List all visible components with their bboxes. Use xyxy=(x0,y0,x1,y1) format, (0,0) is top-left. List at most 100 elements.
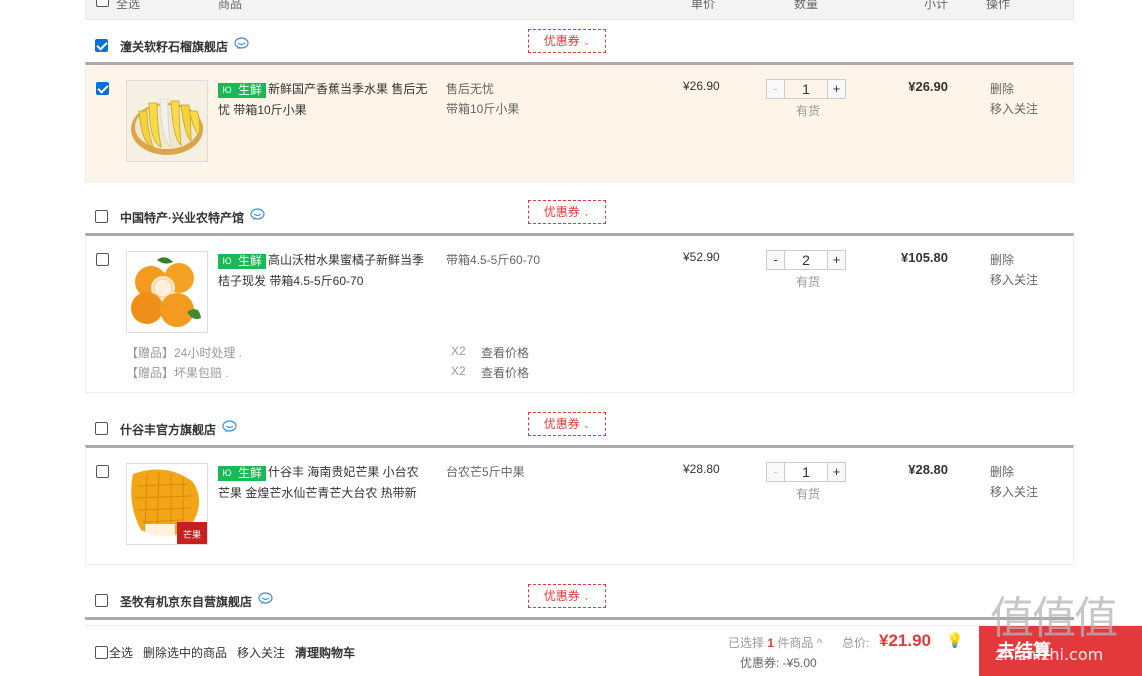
increase-button[interactable]: + xyxy=(827,251,845,269)
chevron-down-icon: ⌄ xyxy=(582,420,591,430)
move-to-follow-link[interactable]: 移入关注 xyxy=(990,482,1038,502)
increase-button[interactable]: + xyxy=(827,463,845,481)
quantity-stepper: - 1 + xyxy=(766,79,846,99)
product-props: 售后无忧 带箱10斤小果 xyxy=(446,79,566,119)
item-checkbox[interactable] xyxy=(96,465,109,478)
item-operations: 删除 移入关注 xyxy=(990,250,1038,290)
product-image-mango[interactable]: 芒果 xyxy=(126,463,208,545)
item-subtotal: ¥26.90 xyxy=(908,79,948,94)
fresh-tag-icon: Ю xyxy=(219,84,235,97)
shop-header: 潼关软籽石榴旗舰店 优惠券 ⌄ xyxy=(85,20,1074,62)
selected-count-text[interactable]: 已选择 1 件商品 ^ xyxy=(728,634,822,651)
shop-checkbox[interactable] xyxy=(95,210,108,223)
prop-line: 带箱4.5-5斤60-70 xyxy=(446,253,541,267)
mango-image: 芒果 xyxy=(127,464,207,544)
quantity-stepper: - 1 + xyxy=(766,462,846,482)
header-select-all-label: 全选 xyxy=(116,0,141,11)
shop-name[interactable]: 什谷丰官方旗舰店 xyxy=(120,421,216,438)
shop-checkbox[interactable] xyxy=(95,594,108,607)
chat-icon[interactable] xyxy=(222,420,237,433)
chevron-down-icon: ⌄ xyxy=(582,37,591,47)
shop-name[interactable]: 潼关软籽石榴旗舰店 xyxy=(120,38,228,55)
fresh-tag-icon: Ю xyxy=(219,255,235,268)
shop-name[interactable]: 圣牧有机京东自营旗舰店 xyxy=(120,593,252,610)
delete-link[interactable]: 删除 xyxy=(990,79,1038,99)
product-image-orange[interactable] xyxy=(126,251,208,333)
prop-line: 带箱10斤小果 xyxy=(446,102,520,116)
banana-image xyxy=(127,81,207,161)
item-checkbox[interactable] xyxy=(96,253,109,266)
quantity-input[interactable]: 1 xyxy=(785,463,827,481)
move-to-follow-link[interactable]: 移入关注 xyxy=(237,644,285,661)
gift-item: 【赠品】坏果包赔 . xyxy=(126,366,229,380)
product-props: 台农芒5斤中果 xyxy=(446,462,566,482)
bottom-select-all-label[interactable]: 全选 xyxy=(109,644,133,661)
gift-view-price-link[interactable]: 查看价格 xyxy=(481,344,529,361)
coupon-button[interactable]: 优惠券 ⌄ xyxy=(528,584,606,608)
chat-icon[interactable] xyxy=(234,37,249,50)
coupon-button[interactable]: 优惠券 ⌄ xyxy=(528,412,606,436)
delete-link[interactable]: 删除 xyxy=(990,250,1038,270)
decrease-button[interactable]: - xyxy=(767,463,785,481)
header-unit-price-label: 单价 xyxy=(691,0,716,11)
product-props: 带箱4.5-5斤60-70 xyxy=(446,250,566,270)
decrease-button[interactable]: - xyxy=(767,80,785,98)
selected-prefix: 已选择 xyxy=(728,636,765,650)
move-to-follow-link[interactable]: 移入关注 xyxy=(990,99,1038,119)
product-title[interactable]: Ю 生鲜 高山沃柑水果蜜橘子新鲜当季桔子现发 带箱4.5-5斤60-70 xyxy=(218,250,428,292)
increase-button[interactable]: + xyxy=(827,80,845,98)
fresh-tag: Ю 生鲜 xyxy=(218,254,267,269)
item-checkbox[interactable] xyxy=(96,82,109,95)
watermark-url: zhizhizhi.com xyxy=(995,645,1104,664)
total-price: ¥21.90 xyxy=(879,631,931,650)
product-title[interactable]: Ю 生鲜 什谷丰 海南贵妃芒果 小台农芒果 金煌芒水仙芒青芒大台农 热带新 xyxy=(218,462,428,504)
cart-item-row: Ю 生鲜 高山沃柑水果蜜橘子新鲜当季桔子现发 带箱4.5-5斤60-70 带箱4.5… xyxy=(85,233,1074,393)
quantity-input[interactable]: 1 xyxy=(785,80,827,98)
move-to-follow-link[interactable]: 移入关注 xyxy=(990,270,1038,290)
fresh-tag: Ю 生鲜 xyxy=(218,466,267,481)
coupon-button[interactable]: 优惠券 ⌄ xyxy=(528,200,606,224)
bottom-select-all-checkbox[interactable] xyxy=(95,646,108,659)
fresh-tag: Ю 生鲜 xyxy=(218,83,267,98)
delete-selected-link[interactable]: 删除选中的商品 xyxy=(143,644,227,661)
prop-line: 台农芒5斤中果 xyxy=(446,465,525,479)
header-operations-label: 操作 xyxy=(986,0,1011,11)
coupon-label: 优惠券 xyxy=(543,589,580,603)
header-select-all-checkbox[interactable] xyxy=(96,0,109,7)
watermark-logo: 值值值 xyxy=(990,593,1118,644)
product-image-banana[interactable] xyxy=(126,80,208,162)
fresh-tag-label: 生鲜 xyxy=(235,84,266,97)
chat-icon[interactable] xyxy=(258,592,273,605)
unit-price: ¥28.80 xyxy=(683,462,720,476)
shop-divider xyxy=(85,617,1074,620)
prop-line: 售后无忧 xyxy=(446,82,495,96)
cart-item-row: 芒果 Ю 生鲜 什谷丰 海南贵妃芒果 小台农芒果 金煌芒水仙芒青芒大台农 热带新 台… xyxy=(85,445,1074,565)
gift-view-price-link[interactable]: 查看价格 xyxy=(481,364,529,381)
shop-checkbox[interactable] xyxy=(95,39,108,52)
shop-name[interactable]: 中国特产·兴业农特产馆 xyxy=(120,209,244,226)
quantity-stepper: - 2 + xyxy=(766,250,846,270)
fresh-tag-icon: Ю xyxy=(219,467,235,480)
selected-count: 1 xyxy=(767,636,775,650)
decrease-button[interactable]: - xyxy=(767,251,785,269)
header-product-label: 商品 xyxy=(218,0,243,11)
site-watermark: 值值值 zhizhizhi.com xyxy=(990,595,1140,675)
delete-link[interactable]: 删除 xyxy=(990,462,1038,482)
product-title[interactable]: Ю 生鲜 新鲜国产香蕉当季水果 售后无忧 带箱10斤小果 xyxy=(218,79,428,121)
chat-icon[interactable] xyxy=(250,208,265,221)
lightbulb-icon[interactable]: 💡 xyxy=(946,632,963,649)
coupon-discount: 优惠券: -¥5.00 xyxy=(740,656,817,670)
clear-cart-link[interactable]: 清理购物车 xyxy=(295,644,355,661)
unit-price: ¥26.90 xyxy=(683,79,720,93)
shop-checkbox[interactable] xyxy=(95,422,108,435)
quantity-input[interactable]: 2 xyxy=(785,251,827,269)
item-subtotal: ¥105.80 xyxy=(901,250,948,265)
shop-header: 中国特产·兴业农特产馆 优惠券 ⌄ xyxy=(85,191,1074,233)
stock-status: 有货 xyxy=(796,487,821,501)
chevron-down-icon: ⌄ xyxy=(582,592,591,602)
coupon-button[interactable]: 优惠券 ⌄ xyxy=(528,29,606,53)
item-subtotal: ¥28.80 xyxy=(908,462,948,477)
shop-header: 圣牧有机京东自营旗舰店 优惠券 ⌄ xyxy=(85,575,1074,617)
gift-item: 【赠品】24小时处理 . xyxy=(126,346,243,360)
header-subtotal-label: 小计 xyxy=(924,0,949,11)
